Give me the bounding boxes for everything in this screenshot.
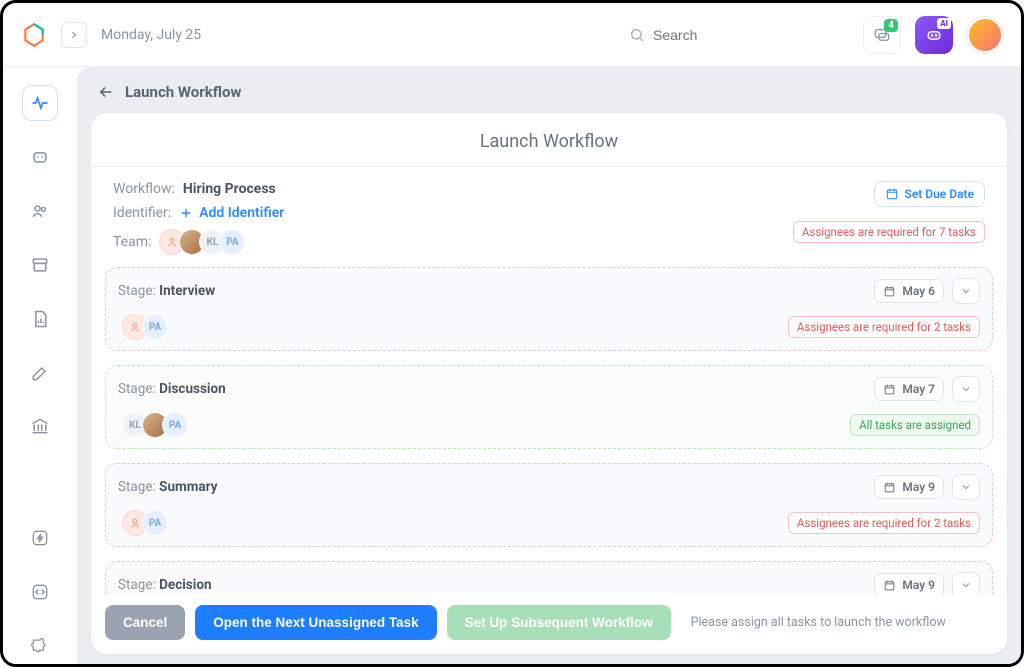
archive-icon	[30, 255, 50, 275]
stage-card: Stage: DecisionMay 9PAAssignees are requ…	[105, 561, 993, 595]
stage-avatars: PA	[122, 510, 168, 536]
add-identifier-button[interactable]: Add Identifier	[179, 205, 284, 221]
user-avatar[interactable]	[967, 17, 1003, 53]
back-button[interactable]	[97, 83, 115, 101]
sidebar-item-extension[interactable]	[22, 628, 58, 664]
stage-title: Stage: Decision	[118, 577, 212, 593]
stage-date-chip[interactable]: May 9	[874, 573, 944, 595]
calendar-icon	[883, 383, 896, 396]
meta-warning-pill: Assignees are required for 7 tasks	[793, 221, 985, 243]
stage-title: Stage: Summary	[118, 479, 218, 495]
file-chart-icon	[30, 309, 50, 329]
cancel-button[interactable]: Cancel	[105, 605, 185, 640]
bolt-icon	[30, 528, 50, 548]
stage-expand-button[interactable]	[952, 474, 980, 500]
stage-title: Stage: Interview	[118, 283, 215, 299]
people-icon	[30, 201, 50, 221]
app-logo	[21, 22, 47, 48]
breadcrumb: Launch Workflow	[77, 67, 1021, 113]
top-bar: Monday, July 25 4 AI	[3, 3, 1021, 67]
nav-forward-button[interactable]	[61, 22, 87, 48]
stage-date-chip[interactable]: May 6	[874, 279, 944, 303]
search-field[interactable]	[629, 27, 849, 43]
stage-date: May 6	[902, 284, 935, 298]
calendar-icon	[885, 187, 899, 201]
content-area: Launch Workflow Launch Workflow Workflow…	[77, 67, 1021, 664]
sidebar-item-activity[interactable]	[22, 85, 58, 121]
calendar-icon	[883, 579, 896, 592]
stages-list: Stage: Interview May 6 PA Assignees are req…	[91, 261, 1007, 595]
header-date: Monday, July 25	[101, 27, 201, 43]
set-due-label: Set Due Date	[905, 187, 975, 201]
stage-date: May 7	[902, 382, 935, 396]
stage-date-chip[interactable]: May 9	[874, 475, 944, 499]
sidebar-item-edit[interactable]	[22, 355, 58, 391]
avatar-pa: PA	[162, 412, 188, 438]
stage-date: May 9	[902, 578, 935, 592]
workflow-label: Workflow:	[113, 181, 175, 197]
stage-expand-button[interactable]	[952, 376, 980, 402]
sidebar	[3, 67, 77, 664]
avatar-pa: PA	[142, 510, 168, 536]
stage-date: May 9	[902, 480, 935, 494]
page-title: Launch Workflow	[125, 83, 241, 101]
setup-workflow-button[interactable]: Set Up Subsequent Workflow	[447, 605, 671, 640]
sidebar-item-code[interactable]	[22, 574, 58, 610]
stage-expand-button[interactable]	[952, 572, 980, 595]
stage-status-pill: All tasks are assigned	[850, 414, 980, 436]
sidebar-item-bolt[interactable]	[22, 520, 58, 556]
sidebar-item-archive[interactable]	[22, 247, 58, 283]
person-icon	[165, 235, 179, 249]
calendar-icon	[883, 481, 896, 494]
search-input[interactable]	[653, 27, 813, 43]
avatar-pa: PA	[142, 314, 168, 340]
add-identifier-label: Add Identifier	[199, 205, 284, 221]
card-title: Launch Workflow	[91, 113, 1007, 167]
search-icon	[629, 27, 645, 43]
calendar-icon	[883, 285, 896, 298]
footer-hint: Please assign all tasks to launch the wo…	[691, 615, 946, 630]
sidebar-item-people[interactable]	[22, 193, 58, 229]
ai-button[interactable]: AI	[915, 16, 953, 54]
stage-card: Stage: Summary May 9 PA Assignees are requi…	[105, 463, 993, 547]
stage-avatars: KLPA	[122, 412, 188, 438]
robot-icon	[30, 147, 50, 167]
sidebar-item-bank[interactable]	[22, 408, 58, 444]
set-due-date-button[interactable]: Set Due Date	[874, 181, 986, 207]
sidebar-item-robot[interactable]	[22, 139, 58, 175]
stage-avatars: PA	[122, 314, 168, 340]
workflow-name: Hiring Process	[183, 181, 276, 197]
workflow-card: Launch Workflow Workflow: Hiring Process…	[91, 113, 1007, 654]
card-footer: Cancel Open the Next Unassigned Task Set…	[91, 595, 1007, 654]
stage-card: Stage: Interview May 6 PA Assignees are req…	[105, 267, 993, 351]
open-next-button[interactable]: Open the Next Unassigned Task	[195, 605, 436, 640]
chevron-down-icon	[960, 481, 972, 493]
bank-icon	[30, 416, 50, 436]
stage-status-pill: Assignees are required for 2 tasks	[788, 316, 980, 338]
chat-button[interactable]: 4	[863, 16, 901, 54]
stage-title: Stage: Discussion	[118, 381, 226, 397]
ai-badge: AI	[937, 18, 951, 29]
avatar-pa: PA	[219, 229, 245, 255]
chat-badge: 4	[884, 19, 898, 32]
chevron-down-icon	[960, 285, 972, 297]
chevron-down-icon	[960, 579, 972, 591]
stage-card: Stage: Discussion May 7 KLPA All tasks are …	[105, 365, 993, 449]
team-label: Team:	[113, 234, 151, 250]
puzzle-icon	[30, 636, 50, 656]
identifier-label: Identifier:	[113, 205, 171, 221]
stage-date-chip[interactable]: May 7	[874, 377, 944, 401]
stage-expand-button[interactable]	[952, 278, 980, 304]
chevron-down-icon	[960, 383, 972, 395]
plus-icon	[179, 206, 193, 220]
edit-icon	[30, 363, 50, 383]
sidebar-item-report[interactable]	[22, 301, 58, 337]
arrow-left-icon	[97, 83, 115, 101]
team-avatars: KL PA	[159, 229, 245, 255]
workflow-meta: Workflow: Hiring Process Identifier: Add…	[91, 167, 1007, 261]
stage-status-pill: Assignees are required for 2 tasks	[788, 512, 980, 534]
pulse-icon	[30, 93, 50, 113]
code-icon	[30, 582, 50, 602]
